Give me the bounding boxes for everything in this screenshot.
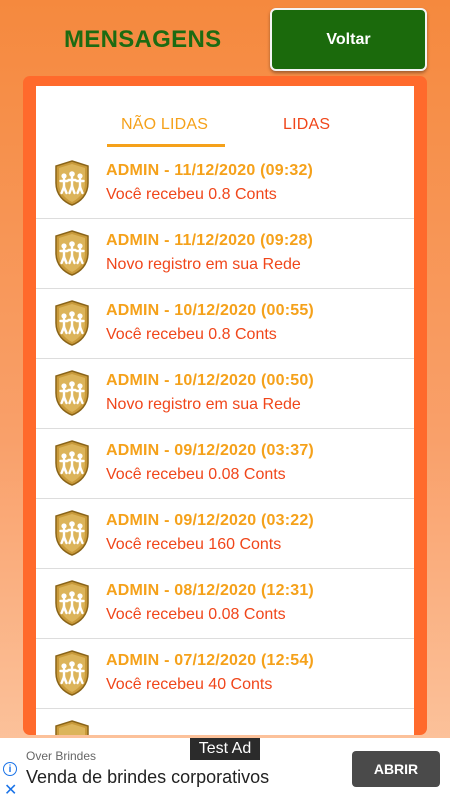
message-title: ADMIN - 10/12/2020 (00:50) (106, 372, 314, 389)
message-list[interactable]: ADMIN - 11/12/2020 (09:32) Você recebeu … (36, 149, 414, 735)
message-text: Você recebeu 0.8 Conts (106, 326, 277, 343)
messages-card: NÃO LIDAS LIDAS ADMIN - 11/12/2020 (09:3… (36, 86, 414, 735)
message-text: Você recebeu 0.08 Conts (106, 606, 286, 623)
message-item[interactable]: ADMIN - 11/12/2020 (09:32) Você recebeu … (36, 149, 414, 219)
messages-panel: NÃO LIDAS LIDAS ADMIN - 11/12/2020 (09:3… (23, 76, 427, 735)
message-title: ADMIN - 11/12/2020 (09:28) (106, 232, 314, 249)
shield-people-icon (55, 300, 89, 346)
shield-people-icon (55, 720, 89, 735)
message-item[interactable]: ADMIN - 10/12/2020 (00:50) Novo registro… (36, 359, 414, 429)
tab-unread[interactable]: NÃO LIDAS (121, 116, 208, 134)
message-title: ADMIN - 09/12/2020 (03:22) (106, 512, 314, 529)
message-title: ADMIN - 09/12/2020 (03:37) (106, 442, 314, 459)
message-text: Você recebeu 160 Conts (106, 536, 282, 553)
message-title: ADMIN - 07/12/2020 (12:54) (106, 652, 314, 669)
shield-people-icon (55, 160, 89, 206)
shield-people-icon (55, 510, 89, 556)
page-title: MENSAGENS (64, 26, 222, 53)
app-header: MENSAGENS Voltar (0, 0, 450, 78)
message-title: ADMIN - 11/12/2020 (09:32) (106, 162, 314, 179)
ad-banner[interactable]: Test Ad i ✕ Over Brindes Venda de brinde… (0, 738, 450, 800)
shield-people-icon (55, 580, 89, 626)
message-text: Novo registro em sua Rede (106, 396, 301, 413)
shield-people-icon (55, 440, 89, 486)
open-ad-button[interactable]: ABRIR (352, 751, 440, 787)
message-item-partial[interactable] (36, 709, 414, 735)
shield-people-icon (55, 650, 89, 696)
message-title: ADMIN - 08/12/2020 (12:31) (106, 582, 314, 599)
ad-sponsor: Over Brindes (26, 749, 97, 763)
message-item[interactable]: ADMIN - 09/12/2020 (03:37) Você recebeu … (36, 429, 414, 499)
test-ad-label: Test Ad (190, 738, 260, 760)
message-text: Você recebeu 0.8 Conts (106, 186, 277, 203)
message-item[interactable]: ADMIN - 11/12/2020 (09:28) Novo registro… (36, 219, 414, 289)
close-icon[interactable]: ✕ (4, 780, 17, 800)
message-item[interactable]: ADMIN - 10/12/2020 (00:55) Você recebeu … (36, 289, 414, 359)
message-item[interactable]: ADMIN - 08/12/2020 (12:31) Você recebeu … (36, 569, 414, 639)
active-tab-indicator (107, 144, 225, 147)
message-text: Você recebeu 40 Conts (106, 676, 273, 693)
back-button[interactable]: Voltar (270, 8, 427, 71)
message-text: Novo registro em sua Rede (106, 256, 301, 273)
shield-people-icon (55, 230, 89, 276)
message-title: ADMIN - 10/12/2020 (00:55) (106, 302, 314, 319)
tab-read[interactable]: LIDAS (283, 116, 330, 134)
tab-bar: NÃO LIDAS LIDAS (36, 86, 414, 149)
message-text: Você recebeu 0.08 Conts (106, 466, 286, 483)
message-item[interactable]: ADMIN - 09/12/2020 (03:22) Você recebeu … (36, 499, 414, 569)
ad-headline[interactable]: Venda de brindes corporativos (26, 767, 269, 788)
info-icon[interactable]: i (3, 762, 17, 776)
shield-people-icon (55, 370, 89, 416)
message-item[interactable]: ADMIN - 07/12/2020 (12:54) Você recebeu … (36, 639, 414, 709)
